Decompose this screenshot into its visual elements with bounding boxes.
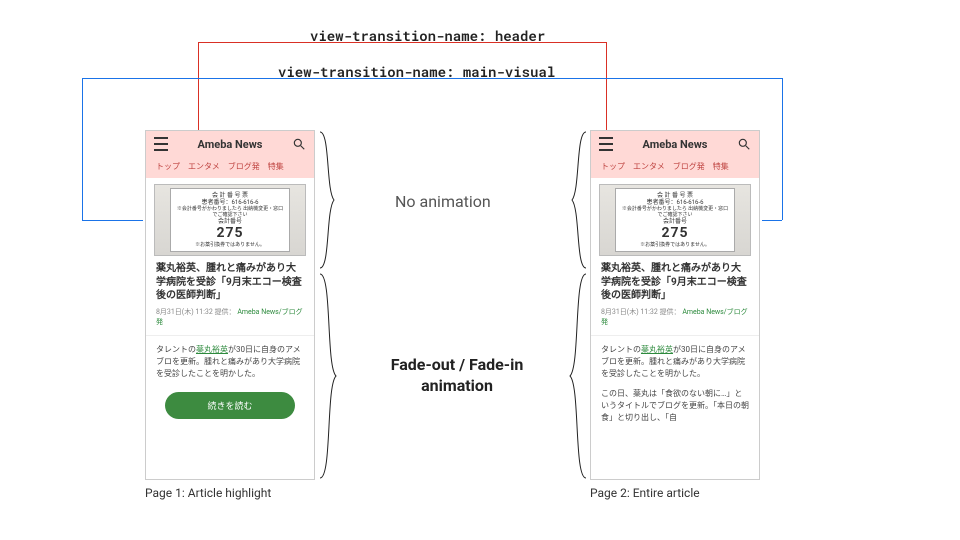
tab-entame[interactable]: エンタメ xyxy=(188,161,220,172)
ticket-note2: ※お薬引換券ではありません。 xyxy=(620,242,730,248)
tab-blog[interactable]: ブログ発 xyxy=(673,161,705,172)
ticket-number: 275 xyxy=(620,225,730,242)
divider xyxy=(146,335,314,336)
connector-blue-stub-left xyxy=(82,220,143,221)
ticket-image: 会 計 番 号 票 患者番号：616-616-6 ※会計番号がかわりましたら 出… xyxy=(615,188,735,252)
brace-no-anim-left xyxy=(570,130,588,270)
connector-red-v-left xyxy=(198,42,199,134)
caption-page2: Page 2: Entire article xyxy=(590,486,700,500)
read-more-button[interactable]: 続きを読む xyxy=(165,392,295,419)
ticket-image: 会 計 番 号 票 患者番号：616-616-6 ※会計番号がかわりましたら 出… xyxy=(170,188,290,252)
tab-top[interactable]: トップ xyxy=(156,161,180,172)
page2-tabs[interactable]: トップ エンタメ ブログ発 特集 xyxy=(591,157,759,176)
page1-main-visual: 会 計 番 号 票 患者番号：616-616-6 ※会計番号がかわりましたら 出… xyxy=(154,184,306,256)
meta-provider-label: 提供： xyxy=(660,308,681,316)
connector-blue-v-left xyxy=(82,78,83,220)
ticket-num-label: 会計番号 xyxy=(620,218,730,225)
page1-header: Ameba News トップ エンタメ ブログ発 特集 xyxy=(146,131,314,178)
tab-entame[interactable]: エンタメ xyxy=(633,161,665,172)
meta-time: 8月31日(木) 11:32 xyxy=(156,308,213,316)
ticket-number: 275 xyxy=(175,225,285,242)
annotation-fade: Fade-out / Fade-in animation xyxy=(367,355,547,397)
tab-feature[interactable]: 特集 xyxy=(713,161,729,172)
page1-mockup: Ameba News トップ エンタメ ブログ発 特集 会 計 番 号 票 患者… xyxy=(145,130,315,480)
annotation-no-animation: No animation xyxy=(395,192,491,211)
body-pre: タレントの xyxy=(601,345,641,354)
body-link[interactable]: 薬丸裕英 xyxy=(641,345,673,354)
divider xyxy=(591,335,759,336)
connector-red-v-right xyxy=(606,42,607,134)
ticket-num-label: 会計番号 xyxy=(175,218,285,225)
ticket-note1: ※会計番号がかわりましたら 出納機変更・窓口でご確認下さい xyxy=(175,206,285,218)
page2-headline: 薬丸裕英、腫れと痛みがあり大学病院を受診「9月末エコー検査後の医師判断」 xyxy=(591,256,759,305)
brace-fade-left xyxy=(568,272,588,480)
ticket-note1: ※会計番号がかわりましたら 出納機変更・窓口でご確認下さい xyxy=(620,206,730,218)
search-icon[interactable] xyxy=(737,137,751,151)
page1-headline: 薬丸裕英、腫れと痛みがあり大学病院を受診「9月末エコー検査後の医師判断」 xyxy=(146,256,314,305)
caption-page1: Page 1: Article highlight xyxy=(145,486,271,500)
connector-red-h xyxy=(198,42,606,43)
page2-body-p1: タレントの薬丸裕英が30日に自身のアメブロを更新。腫れと痛みがあり大学病院を受診… xyxy=(591,340,759,384)
tab-feature[interactable]: 特集 xyxy=(268,161,284,172)
page2-meta: 8月31日(木) 11:32 提供： Ameba News/ブログ発 xyxy=(591,305,759,331)
brace-fade-right xyxy=(318,272,338,480)
page2-body-p2: この日、薬丸は「食欲のない朝に…」というタイトルでブログを更新。「本日の朝食」と… xyxy=(591,384,759,428)
site-title: Ameba News xyxy=(643,138,708,151)
meta-provider-label: 提供： xyxy=(215,308,236,316)
meta-time: 8月31日(木) 11:32 xyxy=(601,308,658,316)
brace-no-anim-right xyxy=(318,130,336,270)
connector-blue-v-right xyxy=(782,78,783,220)
page2-mockup: Ameba News トップ エンタメ ブログ発 特集 会 計 番 号 票 患者… xyxy=(590,130,760,480)
tab-top[interactable]: トップ xyxy=(601,161,625,172)
tab-blog[interactable]: ブログ発 xyxy=(228,161,260,172)
body-pre: タレントの xyxy=(156,345,196,354)
body-link[interactable]: 薬丸裕英 xyxy=(196,345,228,354)
site-title: Ameba News xyxy=(198,138,263,151)
page1-tabs[interactable]: トップ エンタメ ブログ発 特集 xyxy=(146,157,314,176)
ticket-note2: ※お薬引換券ではありません。 xyxy=(175,242,285,248)
search-icon[interactable] xyxy=(292,137,306,151)
menu-icon[interactable] xyxy=(154,137,168,151)
ticket-title: 会 計 番 号 票 xyxy=(175,192,285,199)
page2-header: Ameba News トップ エンタメ ブログ発 特集 xyxy=(591,131,759,178)
page1-meta: 8月31日(木) 11:32 提供： Ameba News/ブログ発 xyxy=(146,305,314,331)
connector-blue-h xyxy=(82,78,782,79)
page2-main-visual: 会 計 番 号 票 患者番号：616-616-6 ※会計番号がかわりましたら 出… xyxy=(599,184,751,256)
connector-blue-stub-right xyxy=(762,220,782,221)
menu-icon[interactable] xyxy=(599,137,613,151)
page1-body: タレントの薬丸裕英が30日に自身のアメブロを更新。腫れと痛みがあり大学病院を受診… xyxy=(146,340,314,384)
ticket-title: 会 計 番 号 票 xyxy=(620,192,730,199)
